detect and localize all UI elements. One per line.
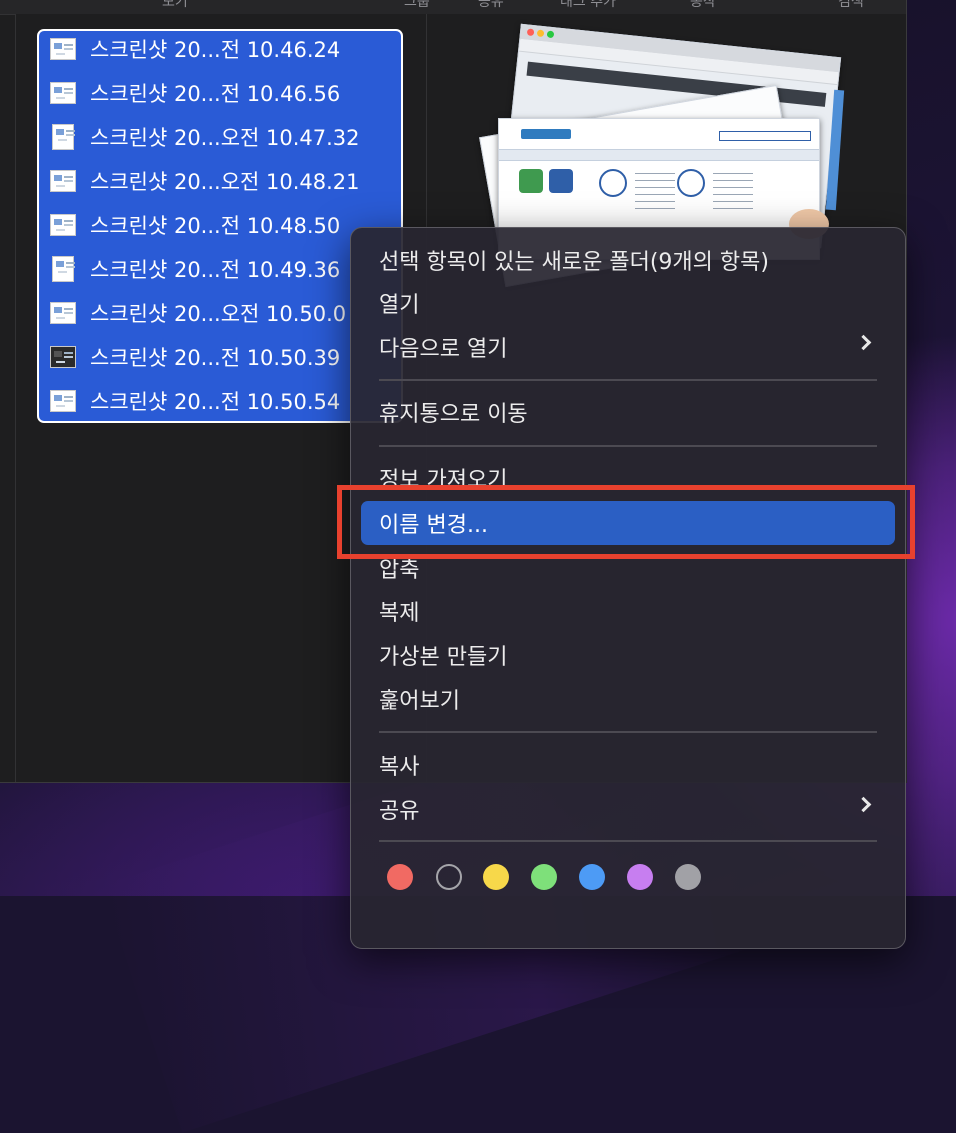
menu-item-label: 복제 (379, 601, 420, 626)
preview-circle-icon (599, 169, 627, 197)
file-name: 스크린샷 20...오전 10.48.21 (90, 170, 360, 194)
file-row[interactable]: 스크린샷 20...오전 10.48.21 (40, 161, 400, 201)
menu-item-make-alias[interactable]: 가상본 만들기 (361, 633, 895, 677)
menu-item-label: 다음으로 열기 (379, 337, 508, 362)
menu-item-label: 열기 (379, 293, 420, 318)
file-name: 스크린샷 20...전 10.46.24 (90, 38, 341, 62)
file-row[interactable]: 스크린샷 20...전 10.46.56 (40, 73, 400, 113)
menu-item-quick-look[interactable]: 훑어보기 (361, 677, 895, 721)
menu-item-share[interactable]: 공유 (361, 787, 895, 831)
chevron-right-icon (855, 334, 872, 351)
screenshot-thumbnail-icon (52, 256, 75, 282)
preview-search-box (719, 131, 811, 141)
file-row[interactable]: 스크린샷 20...전 10.48.50 (40, 205, 400, 245)
tag-blue-dot[interactable] (579, 864, 605, 890)
file-row[interactable]: 스크린샷 20...전 10.49.36 (40, 249, 400, 289)
file-name: 스크린샷 20...전 10.46.56 (90, 82, 341, 106)
file-row[interactable]: 스크린샷 20...전 10.46.24 (40, 29, 400, 69)
tag-yellow-dot[interactable] (483, 864, 509, 890)
tag-green-dot[interactable] (531, 864, 557, 890)
menu-item-move-to-trash[interactable]: 휴지통으로 이동 (361, 390, 895, 434)
preview-nav-bar (499, 149, 819, 161)
screenshot-thumbnail-icon (50, 346, 76, 368)
screenshot-thumbnail-icon (50, 214, 76, 236)
menu-separator (379, 840, 877, 842)
menu-item-copy[interactable]: 복사 (361, 743, 895, 787)
file-name: 스크린샷 20...전 10.48.50 (90, 214, 341, 238)
preview-text-lines (635, 173, 675, 213)
preview-site-logo (521, 129, 571, 139)
toolbar-tag-label[interactable]: 태그 추가 (560, 0, 616, 11)
preview-tile-icon (519, 169, 543, 193)
menu-item-label: 휴지통으로 이동 (379, 402, 528, 427)
preview-circle-icon (677, 169, 705, 197)
file-name: 스크린샷 20...전 10.50.54 (90, 390, 341, 414)
file-preview-image (470, 23, 860, 288)
file-name: 스크린샷 20...전 10.50.39 (90, 346, 341, 370)
menu-separator (379, 731, 877, 733)
menu-item-open-with[interactable]: 다음으로 열기 (361, 325, 895, 369)
tag-purple-dot[interactable] (627, 864, 653, 890)
context-menu: 선택 항목이 있는 새로운 폴더(9개의 항목) 열기 다음으로 열기 휴지통으… (350, 227, 906, 949)
menu-item-new-folder-with-selection[interactable]: 선택 항목이 있는 새로운 폴더(9개의 항목) (361, 238, 895, 282)
screenshot-thumbnail-icon (50, 82, 76, 104)
screenshot-thumbnail-icon (50, 390, 76, 412)
toolbar-share-label[interactable]: 공유 (478, 0, 504, 11)
menu-separator (379, 445, 877, 447)
toolbar-group-label[interactable]: 그룹 (404, 0, 430, 11)
menu-item-label: 선택 항목이 있는 새로운 폴더(9개의 항목) (379, 250, 769, 275)
toolbar-view-label[interactable]: 보기 (162, 0, 188, 11)
file-name: 스크린샷 20...전 10.49.36 (90, 258, 341, 282)
toolbar-action-label[interactable]: 동작 (690, 0, 716, 11)
menu-item-label: 복사 (379, 755, 420, 780)
toolbar-search-label[interactable]: 검색 (838, 0, 864, 11)
file-row[interactable]: 스크린샷 20...전 10.50.54 (40, 381, 400, 421)
menu-separator (379, 379, 877, 381)
screenshot-thumbnail-icon (50, 302, 76, 324)
annotation-highlight-box (337, 485, 915, 559)
preview-text-lines (713, 173, 753, 213)
menu-item-duplicate[interactable]: 복제 (361, 589, 895, 633)
menu-item-label: 가상본 만들기 (379, 645, 508, 670)
file-name: 스크린샷 20...오전 10.47.32 (90, 126, 360, 150)
menu-item-label: 공유 (379, 799, 420, 824)
menu-item-label: 훑어보기 (379, 689, 460, 714)
tag-gray-dot[interactable] (675, 864, 701, 890)
finder-toolbar: 보기 그룹 공유 태그 추가 동작 검색 (0, 0, 906, 15)
chevron-right-icon (855, 796, 872, 813)
screenshot-thumbnail-icon (50, 38, 76, 60)
file-row[interactable]: 스크린샷 20...전 10.50.39 (40, 337, 400, 377)
file-row[interactable]: 스크린샷 20...오전 10.50.0 (40, 293, 400, 333)
tag-none-dot[interactable] (436, 864, 462, 890)
file-row[interactable]: 스크린샷 20...오전 10.47.32 (40, 117, 400, 157)
tag-red-dot[interactable] (387, 864, 413, 890)
screenshot-thumbnail-icon (50, 170, 76, 192)
preview-tile-icon (549, 169, 573, 193)
menu-item-open[interactable]: 열기 (361, 281, 895, 325)
screenshot-thumbnail-icon (52, 124, 75, 150)
file-name: 스크린샷 20...오전 10.50.0 (90, 302, 347, 326)
